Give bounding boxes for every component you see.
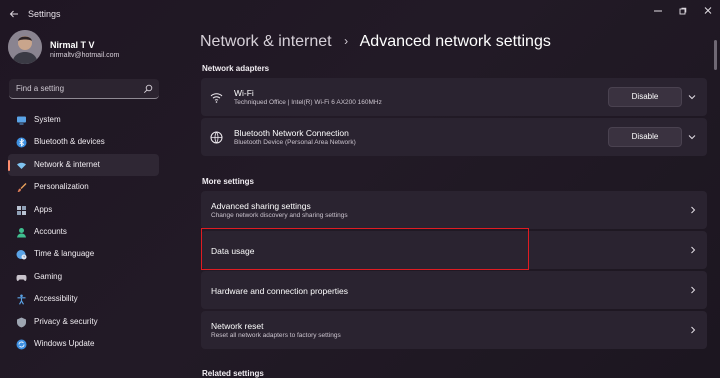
- item-title: Hardware and connection properties: [211, 286, 349, 296]
- sidebar-item-system[interactable]: System: [8, 109, 159, 131]
- disable-bluetooth-button[interactable]: Disable: [608, 127, 682, 147]
- item-subtitle: Reset all network adapters to factory se…: [211, 332, 341, 339]
- sidebar-item-label: Accounts: [34, 226, 67, 236]
- item-subtitle: Change network discovery and sharing set…: [211, 212, 348, 219]
- update-icon: [16, 339, 27, 350]
- chevron-right-icon: [691, 286, 696, 294]
- system-icon: [17, 116, 26, 125]
- globe-clock-icon: [16, 250, 27, 260]
- chevron-right-icon: [691, 246, 696, 254]
- more-settings-heading: More settings: [202, 177, 255, 186]
- hardware-connection-properties-item[interactable]: Hardware and connection properties: [201, 271, 707, 309]
- sidebar-item-apps[interactable]: Apps: [8, 199, 159, 221]
- sidebar-item-label: Privacy & security: [34, 316, 98, 326]
- window-title: Settings: [28, 9, 61, 19]
- breadcrumb: Network & internet › Advanced network se…: [200, 33, 551, 51]
- accessibility-icon: [17, 294, 26, 305]
- title-bar: Settings: [0, 0, 720, 28]
- sidebar-item-label: Network & internet: [34, 159, 100, 169]
- avatar: [8, 30, 42, 64]
- user-email: nirmaltv@hotmail.com: [50, 52, 120, 59]
- wifi-icon: [210, 93, 223, 103]
- accounts-icon: [17, 227, 26, 238]
- sidebar-item-gaming[interactable]: Gaming: [8, 266, 159, 288]
- minimize-button[interactable]: [647, 4, 669, 18]
- sidebar-item-label: Time & language: [34, 249, 95, 259]
- chevron-down-icon[interactable]: [687, 92, 697, 102]
- sidebar-item-label: System: [34, 115, 61, 124]
- chevron-right-icon: [691, 206, 696, 214]
- back-arrow-icon[interactable]: [6, 6, 22, 22]
- search-input[interactable]: [16, 84, 136, 93]
- gaming-icon: [16, 274, 27, 281]
- sidebar-item-accessibility[interactable]: Accessibility: [8, 288, 159, 310]
- user-name: Nirmal T V: [50, 40, 95, 50]
- network-globe-icon: [210, 131, 223, 144]
- adapter-card-bluetooth[interactable]: Bluetooth Network Connection Bluetooth D…: [201, 118, 707, 156]
- close-icon: [704, 7, 712, 14]
- scrollbar[interactable]: [714, 40, 717, 70]
- wifi-icon: [17, 162, 26, 169]
- adapter-description: Bluetooth Device (Personal Area Network): [234, 139, 356, 146]
- adapter-name: Wi-Fi: [234, 88, 254, 98]
- sidebar-item-label: Bluetooth & devices: [34, 137, 105, 147]
- minimize-icon: [654, 10, 662, 12]
- user-profile[interactable]: Nirmal T V nirmaltv@hotmail.com: [8, 30, 168, 70]
- network-adapters-heading: Network adapters: [202, 64, 270, 73]
- sidebar-item-label: Accessibility: [34, 294, 78, 304]
- item-title: Advanced sharing settings: [211, 201, 311, 211]
- bluetooth-icon: [16, 137, 27, 148]
- sidebar-item-time-language[interactable]: Time & language: [8, 243, 159, 265]
- breadcrumb-separator: ›: [344, 34, 349, 48]
- search-icon[interactable]: [143, 84, 153, 94]
- apps-icon: [17, 205, 26, 215]
- sidebar-item-network[interactable]: Network & internet: [8, 153, 159, 177]
- sidebar-item-label: Personalization: [34, 182, 89, 192]
- advanced-sharing-settings-item[interactable]: Advanced sharing settings Change network…: [201, 191, 707, 229]
- sidebar-nav: System Bluetooth & devices Network & int…: [8, 109, 159, 355]
- sidebar-item-bluetooth[interactable]: Bluetooth & devices: [8, 131, 159, 153]
- sidebar-item-accounts[interactable]: Accounts: [8, 221, 159, 243]
- adapter-name: Bluetooth Network Connection: [234, 128, 349, 138]
- sidebar-item-label: Windows Update: [34, 338, 95, 348]
- adapter-card-wifi[interactable]: Wi-Fi Techniqued Office | Intel(R) Wi-Fi…: [201, 78, 707, 116]
- page-title: Advanced network settings: [359, 33, 551, 50]
- sidebar-item-label: Apps: [34, 204, 53, 214]
- shield-icon: [17, 317, 26, 328]
- highlight-box: [201, 228, 529, 270]
- brush-icon: [17, 183, 27, 193]
- item-title: Network reset: [211, 321, 264, 331]
- maximize-button[interactable]: [672, 4, 694, 18]
- search-box[interactable]: [9, 79, 159, 99]
- adapter-description: Techniqued Office | Intel(R) Wi-Fi 6 AX2…: [234, 99, 382, 106]
- sidebar-item-windows-update[interactable]: Windows Update: [8, 333, 159, 355]
- chevron-down-icon[interactable]: [687, 132, 697, 142]
- sidebar-item-label: Gaming: [34, 271, 63, 281]
- chevron-right-icon: [691, 326, 696, 334]
- breadcrumb-parent-link[interactable]: Network & internet: [200, 33, 332, 50]
- sidebar-item-personalization[interactable]: Personalization: [8, 176, 159, 198]
- close-button[interactable]: [697, 4, 719, 18]
- sidebar-item-privacy-security[interactable]: Privacy & security: [8, 311, 159, 333]
- network-reset-item[interactable]: Network reset Reset all network adapters…: [201, 311, 707, 349]
- restore-icon: [679, 7, 687, 15]
- disable-wifi-button[interactable]: Disable: [608, 87, 682, 107]
- related-settings-heading: Related settings: [202, 369, 264, 378]
